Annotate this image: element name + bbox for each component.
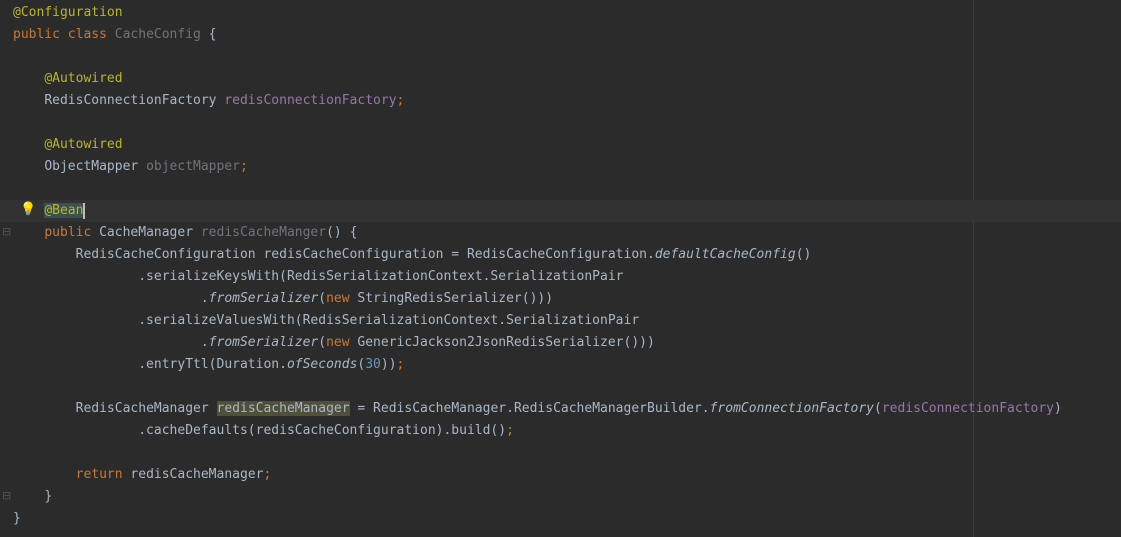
- code-token: RedisConnectionFactory: [44, 93, 225, 108]
- fold-marker-icon[interactable]: ⊟: [2, 489, 11, 502]
- code-token: (: [318, 335, 327, 350]
- code-token: .serializeKeysWith(RedisSerializationCon…: [138, 269, 624, 284]
- code-token: (: [318, 291, 327, 306]
- code-token: (): [795, 247, 812, 262]
- code-editor[interactable]: @Configuration public class CacheConfig {…: [0, 0, 1121, 537]
- code-line[interactable]: }: [13, 486, 52, 508]
- code-line[interactable]: @Configuration: [13, 2, 123, 24]
- code-token: @Configuration: [13, 5, 123, 20]
- code-token: }: [44, 489, 53, 504]
- code-token: fromSerializer: [208, 335, 319, 350]
- code-token: .serializeValuesWith(RedisSerializationC…: [138, 313, 640, 328]
- code-token: redisCacheManager: [122, 467, 264, 482]
- code-token: )): [380, 357, 397, 372]
- code-line[interactable]: }: [13, 508, 21, 530]
- code-line[interactable]: public class CacheConfig {: [13, 24, 217, 46]
- code-line[interactable]: .fromSerializer(new GenericJackson2JsonR…: [13, 332, 655, 354]
- code-token: ): [1054, 401, 1062, 416]
- code-token: CacheManager: [91, 225, 201, 240]
- code-token: ofSeconds: [286, 357, 358, 372]
- text-cursor: [83, 202, 86, 219]
- code-token: @Autowired: [44, 137, 123, 152]
- code-line[interactable]: @Autowired: [13, 68, 123, 90]
- code-token: fromConnectionFactory: [709, 401, 874, 416]
- code-line[interactable]: return redisCacheManager;: [13, 464, 272, 486]
- code-token: StringRedisSerializer())): [349, 291, 554, 306]
- code-token: CacheConfig: [114, 27, 201, 42]
- code-token: defaultCacheConfig: [654, 247, 796, 262]
- code-token: public: [13, 27, 60, 42]
- code-token: (: [873, 401, 882, 416]
- code-token: .cacheDefaults(redisCacheConfiguration).…: [138, 423, 507, 438]
- code-token: objectMapper: [146, 159, 240, 174]
- code-token: ObjectMapper: [44, 159, 147, 174]
- code-token: redisCacheManger: [200, 225, 327, 240]
- code-token: ;: [396, 357, 405, 372]
- fold-marker-icon[interactable]: ⊟: [2, 225, 11, 238]
- code-line[interactable]: .fromSerializer(new StringRedisSerialize…: [13, 288, 553, 310]
- code-token: redisConnectionFactory: [224, 93, 397, 108]
- code-token: public: [44, 225, 92, 240]
- code-token: {: [200, 27, 217, 42]
- code-token: new: [326, 335, 350, 350]
- code-line[interactable]: .serializeKeysWith(RedisSerializationCon…: [13, 266, 624, 288]
- code-token: RedisCacheManager: [75, 401, 217, 416]
- code-line[interactable]: .entryTtl(Duration.ofSeconds(30));: [13, 354, 404, 376]
- code-token: RedisCacheConfiguration redisCacheConfig…: [75, 247, 655, 262]
- code-line[interactable]: .cacheDefaults(redisCacheConfiguration).…: [13, 420, 514, 442]
- code-line[interactable]: public CacheManager redisCacheManger() {: [13, 222, 357, 244]
- code-token: fromSerializer: [208, 291, 319, 306]
- code-token: @Autowired: [44, 71, 123, 86]
- code-token: redisConnectionFactory: [881, 401, 1054, 416]
- code-token: }: [13, 511, 21, 526]
- code-line[interactable]: RedisConnectionFactory redisConnectionFa…: [13, 90, 404, 112]
- code-token: @Bean: [44, 203, 84, 218]
- code-token: ;: [239, 159, 248, 174]
- code-token: return: [75, 467, 123, 482]
- code-token: ;: [396, 93, 405, 108]
- current-line-highlight: [0, 200, 1121, 222]
- code-token: = RedisCacheManager.RedisCacheManagerBui…: [349, 401, 710, 416]
- right-margin-guide: [973, 0, 974, 537]
- code-token: .: [200, 291, 209, 306]
- code-line[interactable]: RedisCacheConfiguration redisCacheConfig…: [13, 244, 812, 266]
- code-token: redisCacheManager: [216, 401, 350, 416]
- code-token: () {: [326, 225, 358, 240]
- code-token: .: [200, 335, 209, 350]
- lightbulb-icon[interactable]: 💡: [20, 202, 36, 217]
- code-token: new: [326, 291, 350, 306]
- code-line[interactable]: @Autowired: [13, 134, 123, 156]
- code-token: class: [67, 27, 107, 42]
- code-line[interactable]: RedisCacheManager redisCacheManager = Re…: [13, 398, 1062, 420]
- code-token: ;: [506, 423, 514, 438]
- code-line[interactable]: ObjectMapper objectMapper;: [13, 156, 248, 178]
- code-token: ;: [263, 467, 272, 482]
- code-token: 30: [365, 357, 381, 372]
- code-line[interactable]: .serializeValuesWith(RedisSerializationC…: [13, 310, 639, 332]
- code-token: .entryTtl(Duration.: [138, 357, 287, 372]
- code-token: GenericJackson2JsonRedisSerializer())): [349, 335, 655, 350]
